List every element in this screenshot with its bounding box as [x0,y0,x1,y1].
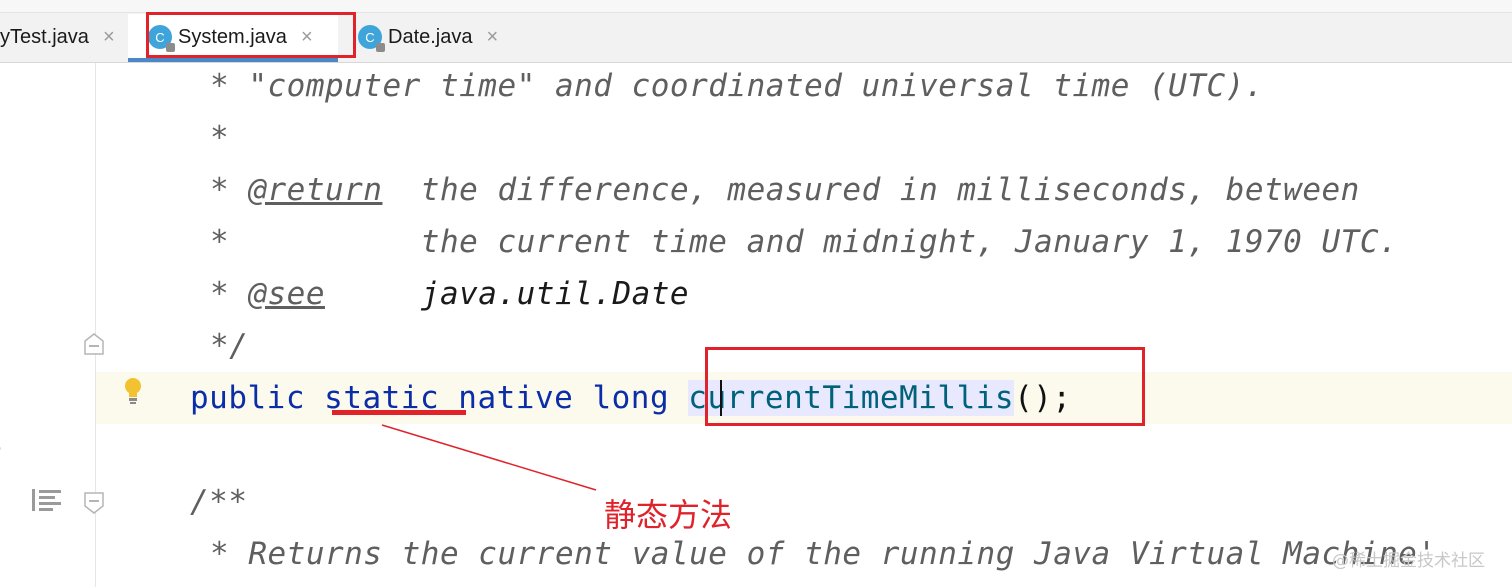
javadoc-text: */ [210,328,249,364]
javadoc-tag[interactable]: @return [248,172,382,208]
fold-end-icon[interactable] [84,333,104,355]
keyword: public [190,380,325,416]
line-number: 7 [0,67,2,97]
code-line: /** [190,476,248,528]
static-underline [332,410,466,415]
watermark: @稀土掘金技术社区 [1332,551,1485,571]
javadoc-text: * Returns the current value of the runni… [210,536,1437,572]
javadoc-text: * "computer time" and coordinated univer… [210,68,1264,104]
code-line: * the current time and midnight, January… [210,216,1398,268]
tab-label: Date.java [388,25,473,48]
code-line: * @return the difference, measured in mi… [210,164,1360,216]
tab-ytest[interactable]: yTest.java × [0,14,115,60]
tab-label: yTest.java [0,25,89,48]
fold-start-icon[interactable] [84,492,104,514]
line-number: 3 [0,379,2,409]
tab-highlight-box [146,12,356,58]
javadoc-text: /** [190,484,248,520]
close-icon[interactable]: × [487,26,499,49]
tab-date-java[interactable]: C Date.java × [356,14,498,60]
keyword: native long [439,380,689,416]
code-line: */ [210,320,248,372]
javadoc-text: * [210,120,230,156]
line-number: 6 [0,535,2,565]
lightbulb-icon[interactable] [122,376,144,406]
code-line: * [210,112,229,164]
javadoc-text: * the current time and midnight, January… [210,224,1399,260]
line-number: 2 [0,327,2,357]
line-number: 8 [0,119,2,149]
method-highlight-box [705,347,1145,426]
lock-icon [376,43,385,52]
javadoc-reference[interactable]: java.util.Date [325,276,689,312]
line-number: 9 [0,171,2,201]
code-line: * "computer time" and coordinated univer… [210,60,1264,112]
line-number: 4 [0,431,2,461]
line-number: 0 [0,223,2,253]
javadoc-text: * [210,276,249,312]
line-number: 5 [0,483,2,513]
javadoc-text: the difference, measured in milliseconds… [382,172,1360,208]
documentation-toggle-icon[interactable] [30,488,62,512]
close-icon[interactable]: × [103,26,115,49]
java-class-icon: C [358,25,385,52]
annotation-label: 静态方法 [604,496,733,534]
javadoc-tag[interactable]: @see [248,276,325,312]
code-line: * @see java.util.Date [210,268,689,320]
line-number: 1 [0,275,2,305]
code-line: * Returns the current value of the runni… [210,528,1436,580]
javadoc-text: * [210,172,249,208]
